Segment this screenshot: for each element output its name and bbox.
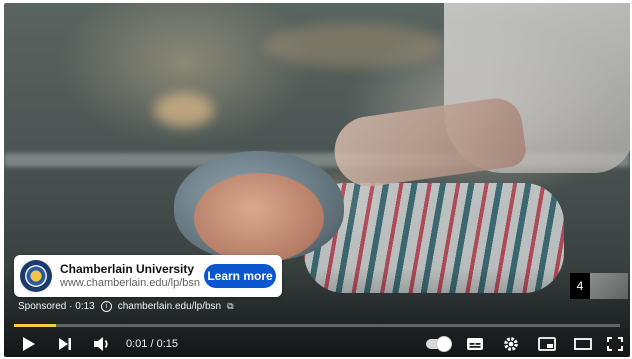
sponsored-row: Sponsored · 0:13 i chamberlain.edu/lp/bs… (18, 301, 234, 312)
background-light (154, 93, 214, 127)
skip-ad-countdown: 4 (570, 273, 628, 299)
fullscreen-icon[interactable] (604, 331, 626, 357)
settings-icon[interactable] (499, 331, 523, 357)
time-display: 0:01 / 0:15 (126, 338, 178, 350)
university-seal-icon (20, 260, 52, 292)
ad-card[interactable]: Chamberlain University www.chamberlain.e… (14, 255, 282, 297)
learn-more-button[interactable]: Learn more (204, 264, 276, 288)
skip-countdown-number: 4 (570, 273, 590, 299)
miniplayer-icon[interactable] (535, 331, 559, 357)
ad-url[interactable]: www.chamberlain.edu/lp/bsn (60, 276, 200, 290)
baby-face (194, 173, 324, 263)
sponsor-link[interactable]: chamberlain.edu/lp/bsn (118, 301, 221, 312)
progress-bar[interactable] (14, 324, 620, 327)
progress-fill (14, 324, 57, 327)
background-wall (264, 23, 444, 68)
next-video-thumbnail (590, 273, 628, 299)
external-link-icon[interactable]: ⧉ (227, 301, 233, 312)
theater-icon[interactable] (571, 331, 595, 357)
video-player[interactable]: Chamberlain University www.chamberlain.e… (4, 3, 630, 357)
play-icon[interactable] (18, 331, 40, 357)
player-controls: 0:01 / 0:15 (4, 331, 630, 357)
subtitles-icon[interactable] (463, 331, 487, 357)
volume-icon[interactable] (90, 331, 114, 357)
info-icon[interactable]: i (100, 301, 112, 312)
autoplay-toggle-icon[interactable] (424, 331, 452, 357)
ad-advertiser-name[interactable]: Chamberlain University (60, 262, 200, 276)
caregiver-hand (330, 95, 528, 191)
sponsored-label: Sponsored · 0:13 (18, 301, 95, 312)
next-icon[interactable] (54, 331, 76, 357)
